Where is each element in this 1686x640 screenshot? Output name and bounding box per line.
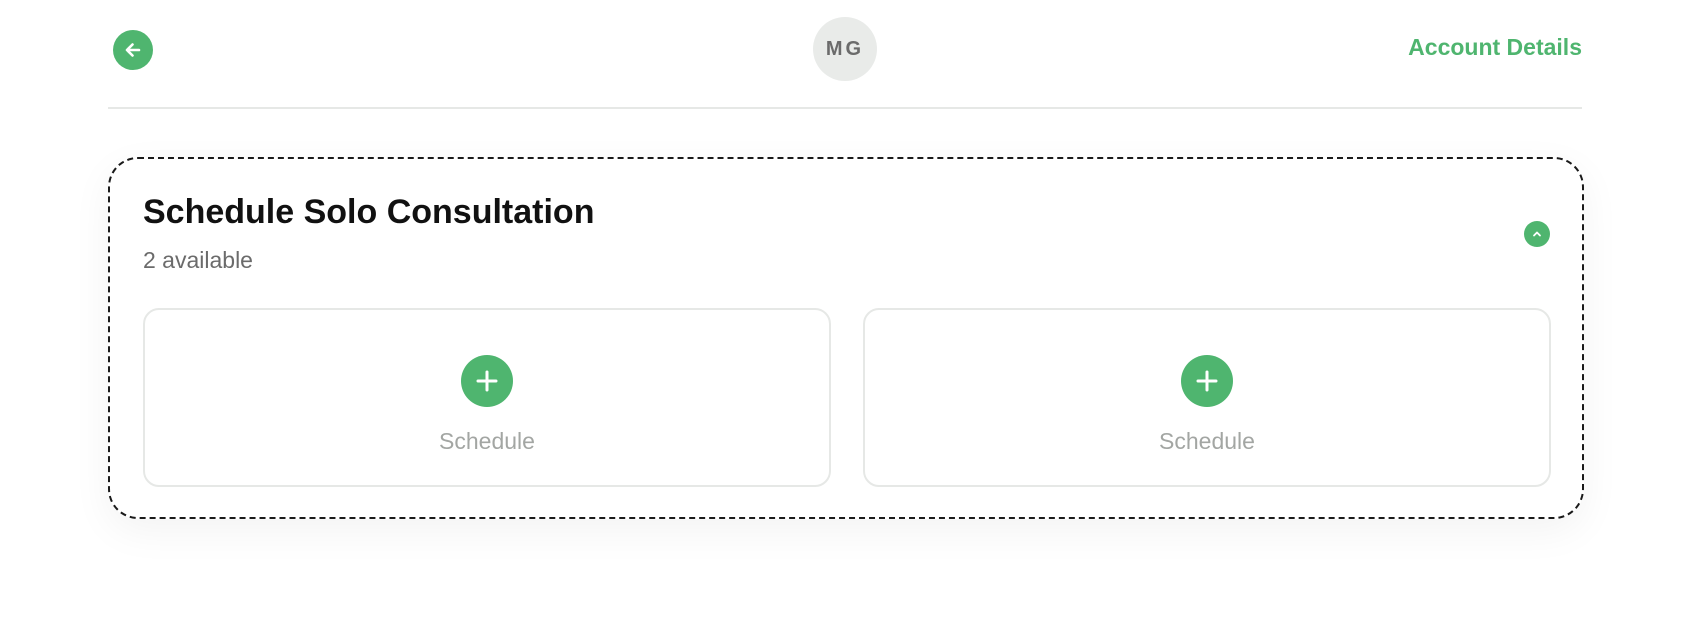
back-button[interactable]	[113, 30, 153, 70]
availability-count: 2 available	[143, 247, 253, 273]
plus-icon	[476, 370, 498, 392]
collapse-button[interactable]	[1524, 221, 1550, 247]
card-title: Schedule Solo Consultation	[143, 193, 595, 231]
arrow-left-icon	[125, 43, 141, 57]
top-bar: MG Account Details	[108, 0, 1582, 109]
consultation-card: Schedule Solo Consultation 2 available S…	[108, 157, 1584, 519]
add-slot-button[interactable]	[461, 355, 513, 407]
plus-icon	[1196, 370, 1218, 392]
schedule-slot-1[interactable]: Schedule	[143, 308, 831, 487]
avatar[interactable]: MG	[813, 17, 877, 81]
page: MG Account Details Schedule Solo Consult…	[0, 0, 1686, 640]
schedule-slot-2[interactable]: Schedule	[863, 308, 1551, 487]
account-details-link[interactable]: Account Details	[1408, 34, 1582, 61]
schedule-label: Schedule	[1159, 428, 1255, 454]
schedule-label: Schedule	[439, 428, 535, 454]
add-slot-button[interactable]	[1181, 355, 1233, 407]
chevron-up-icon	[1533, 231, 1541, 237]
